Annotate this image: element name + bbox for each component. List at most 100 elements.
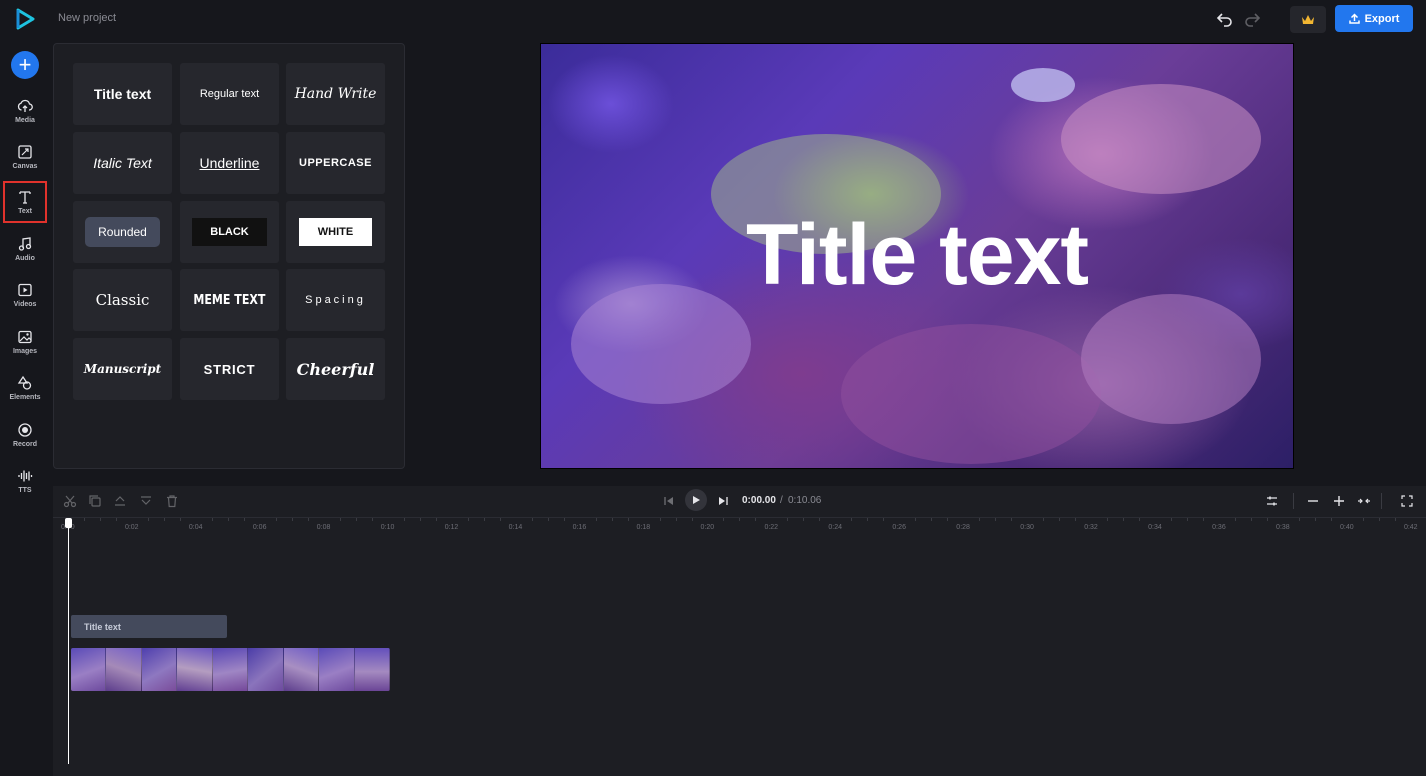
sidebar-item-label: TTS (18, 487, 32, 494)
text-style-spacing[interactable]: Spacing (286, 269, 385, 331)
sidebar-item-text[interactable]: Text (3, 181, 47, 223)
move-up-icon[interactable] (113, 494, 127, 508)
ruler-tick (419, 518, 421, 521)
adjust-settings-icon[interactable] (1265, 494, 1279, 508)
ruler-tick (1299, 518, 1301, 521)
text-style-label: Hand Write (294, 86, 377, 102)
video-preview[interactable]: Title text (540, 43, 1294, 469)
text-style-white[interactable]: WHITE (286, 201, 385, 263)
playhead-handle[interactable] (65, 518, 72, 528)
text-style-classic[interactable]: Classic (73, 269, 172, 331)
sidebar-item-label: Record (12, 441, 38, 448)
coral-shape (841, 324, 1101, 464)
ruler-tick (867, 518, 869, 521)
text-style-label: Italic Text (93, 155, 152, 171)
timeline-ruler[interactable]: 0:000:020:040:060:080:100:120:140:160:18… (53, 517, 1426, 535)
text-style-label: BLACK (192, 218, 267, 246)
text-style-label: UPPERCASE (299, 157, 372, 169)
export-button[interactable]: Export (1335, 5, 1413, 32)
premium-button[interactable] (1290, 6, 1326, 33)
add-button[interactable]: + (11, 51, 39, 79)
ruler-tick (627, 518, 629, 521)
ruler-tick (147, 518, 149, 521)
sidebar-item-media[interactable]: Media (3, 90, 47, 132)
text-styles-panel: Title text Regular text Hand Write Itali… (53, 43, 405, 469)
ruler-tick (339, 518, 341, 521)
ruler-tick (947, 518, 949, 521)
text-style-black[interactable]: BLACK (180, 201, 279, 263)
ruler-tick-label: 0:12 (444, 524, 459, 531)
text-style-label: Rounded (85, 217, 160, 247)
text-clip[interactable]: Title text (71, 615, 227, 638)
text-style-cheerful[interactable]: Cheerful (286, 338, 385, 400)
ruler-tick-label: 0:36 (1212, 524, 1226, 531)
sidebar-item-videos[interactable]: Videos (3, 274, 47, 316)
redo-icon[interactable] (1243, 10, 1261, 28)
text-style-uppercase[interactable]: UPPERCASE (286, 132, 385, 194)
scissors-icon[interactable] (63, 494, 77, 508)
ruler-tick-label: 0:14 (508, 524, 523, 531)
total-duration: 0:10.06 (788, 495, 822, 506)
fit-timeline-icon[interactable] (1357, 494, 1371, 508)
music-note-icon (18, 237, 32, 251)
ruler-tick (1187, 518, 1189, 521)
export-label: Export (1364, 12, 1400, 25)
text-style-rounded[interactable]: Rounded (73, 201, 172, 263)
video-thumbnail (71, 648, 107, 691)
sidebar-item-elements[interactable]: Elements (3, 367, 47, 409)
text-style-label: Underline (199, 155, 260, 171)
cloud-upload-icon (17, 99, 33, 112)
text-style-regular[interactable]: Regular text (180, 63, 279, 125)
playhead-line[interactable] (68, 520, 69, 764)
text-style-title[interactable]: Title text (73, 63, 172, 125)
text-style-label: MEME TEXT (193, 292, 266, 308)
text-style-strict[interactable]: STRICT (180, 338, 279, 400)
skip-forward-icon[interactable] (716, 494, 730, 508)
zoom-out-icon[interactable] (1306, 494, 1320, 508)
text-style-underline[interactable]: Underline (180, 132, 279, 194)
text-style-manuscript[interactable]: Manuscript (73, 338, 172, 400)
ruler-tick (227, 518, 229, 521)
ruler-tick (883, 518, 885, 521)
undo-icon[interactable] (1216, 10, 1234, 28)
text-style-label: WHITE (298, 218, 373, 246)
project-title[interactable]: New project (58, 12, 116, 24)
time-separator: / (780, 495, 783, 506)
play-button[interactable] (685, 489, 707, 511)
preview-title-text[interactable]: Title text (541, 206, 1293, 305)
current-time: 0:00.00 (742, 495, 776, 506)
video-thumbnail (319, 648, 355, 691)
sidebar-item-images[interactable]: Images (3, 321, 47, 363)
text-style-meme[interactable]: MEME TEXT (180, 269, 279, 331)
text-style-hand-write[interactable]: Hand Write (286, 63, 385, 125)
top-bar: New project Export (0, 0, 1426, 38)
video-thumbnail (106, 648, 142, 691)
zoom-in-icon[interactable] (1332, 494, 1346, 508)
waveform-icon (18, 470, 33, 482)
ruler-tick-label: 0:42 (1403, 524, 1418, 531)
text-style-label: Title text (93, 86, 152, 102)
sidebar-item-tts[interactable]: TTS (3, 460, 47, 502)
duplicate-icon[interactable] (88, 494, 102, 508)
ruler-tick-label: 0:16 (572, 524, 587, 531)
sidebar-item-canvas[interactable]: Canvas (3, 136, 47, 178)
app-logo-icon[interactable] (14, 8, 36, 30)
video-clip[interactable] (71, 648, 390, 691)
ruler-tick (1331, 518, 1332, 521)
move-down-icon[interactable] (139, 494, 153, 508)
sidebar-item-audio[interactable]: Audio (3, 228, 47, 270)
ruler-tick-label: 0:08 (316, 524, 331, 531)
ruler-tick (931, 518, 933, 521)
ruler-tick (483, 518, 485, 521)
ruler-tick (1203, 518, 1205, 521)
text-style-italic[interactable]: Italic Text (73, 132, 172, 194)
trash-icon[interactable] (165, 494, 179, 508)
sidebar-item-label: Audio (15, 255, 35, 262)
text-style-label: Cheerful (296, 359, 375, 379)
skip-back-icon[interactable] (662, 494, 676, 508)
fullscreen-icon[interactable] (1400, 494, 1414, 508)
ruler-tick (371, 518, 373, 521)
video-thumbnail (212, 648, 249, 691)
sidebar-item-record[interactable]: Record (3, 414, 47, 456)
ruler-tick (675, 518, 677, 521)
